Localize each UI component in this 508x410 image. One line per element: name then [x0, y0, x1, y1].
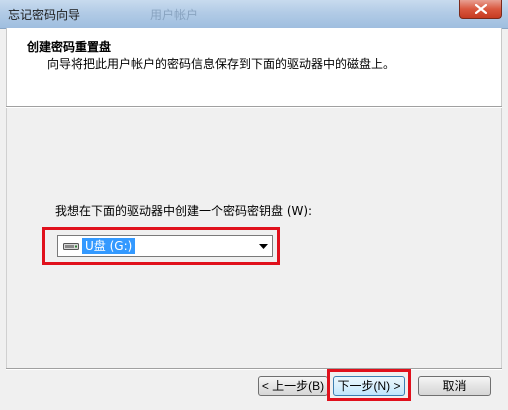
back-button[interactable]: < 上一步(B)	[258, 376, 328, 396]
title-bar[interactable]: 忘记密码向导 用户帐户	[0, 0, 508, 29]
background-window-title: 用户帐户	[150, 8, 199, 22]
usb-drive-icon	[63, 243, 79, 250]
password-reset-wizard-window: 忘记密码向导 用户帐户 创建密码重置盘 向导将把此用户帐户的密码信息保存到下面的…	[0, 0, 508, 410]
page-title: 创建密码重置盘	[27, 40, 112, 54]
window-title: 忘记密码向导	[8, 8, 81, 22]
next-button[interactable]: 下一步(N) >	[333, 376, 405, 396]
close-button[interactable]	[459, 0, 502, 19]
wizard-header: 创建密码重置盘 向导将把此用户帐户的密码信息保存到下面的驱动器中的磁盘上。	[6, 28, 502, 106]
chevron-down-icon[interactable]	[259, 244, 268, 249]
footer-divider	[6, 368, 502, 370]
drive-dropdown-value: U盘 (G:)	[82, 238, 136, 254]
wizard-content: 我想在下面的驱动器中创建一个密码密钥盘 (W): U盘 (G:)	[6, 108, 502, 368]
cancel-button[interactable]: 取消	[418, 376, 491, 396]
drive-prompt-label: 我想在下面的驱动器中创建一个密码密钥盘 (W):	[55, 204, 313, 218]
close-icon	[475, 4, 487, 14]
drive-dropdown[interactable]: U盘 (G:)	[57, 235, 273, 257]
page-subtitle: 向导将把此用户帐户的密码信息保存到下面的驱动器中的磁盘上。	[47, 57, 396, 71]
